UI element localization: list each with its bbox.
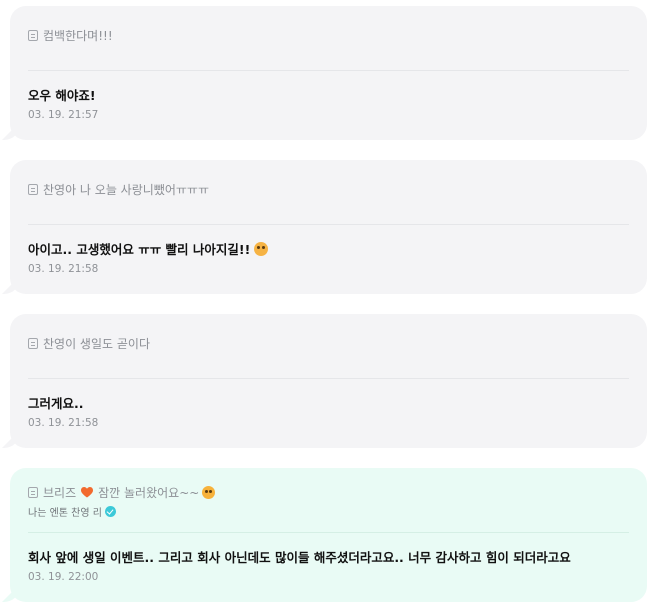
author-name: 나는 엔톤 찬영 리 — [28, 508, 102, 519]
quote-icon — [28, 486, 38, 498]
reply-text: 오우 해야죠! — [28, 85, 96, 104]
quoted-text: 컴백한다며!!! — [43, 28, 113, 43]
timestamp: 03. 19. 22:00 — [28, 571, 99, 583]
comment-card: 찬영이 생일도 곧이다 그러게요.. 03. 19. 21:58 — [2, 314, 647, 448]
divider — [28, 378, 629, 379]
timestamp: 03. 19. 21:58 — [28, 263, 99, 275]
reply-text: 아이고.. 고생했어요 ㅠㅠ 빨리 나아지길!! — [28, 239, 269, 258]
quoted-text-prefix: 브리즈 — [43, 485, 77, 500]
bubble-tail — [2, 276, 20, 294]
orange-heart-icon — [81, 486, 94, 498]
reply-text-content: 그러게요.. — [28, 396, 84, 411]
quoted-text: 찬영이 생일도 곧이다 — [43, 336, 150, 351]
divider — [28, 224, 629, 225]
comment-card: 찬영아 나 오늘 사랑니뺐어ㅠㅠㅠ 아이고.. 고생했어요 ㅠㅠ 빨리 나아지길… — [2, 160, 647, 294]
divider — [28, 70, 629, 71]
quote-icon — [28, 183, 38, 195]
timestamp: 03. 19. 21:57 — [28, 109, 99, 121]
bubble-tail — [2, 430, 20, 448]
verified-icon — [104, 506, 116, 517]
quoted-message[interactable]: 찬영아 나 오늘 사랑니뺐어ㅠㅠㅠ — [28, 179, 209, 199]
quote-icon — [28, 29, 38, 41]
reply-text: 그러게요.. — [28, 393, 84, 412]
reply-text-content: 아이고.. 고생했어요 ㅠㅠ 빨리 나아지길!! — [28, 242, 251, 257]
comment-card: 컴백한다며!!! 오우 해야죠! 03. 19. 21:57 — [2, 6, 647, 140]
quote-icon — [28, 337, 38, 349]
reply-text-content: 회사 앞에 생일 이벤트.. 그리고 회사 아닌데도 많이들 해주셨더라고요..… — [28, 550, 571, 565]
timestamp: 03. 19. 21:58 — [28, 417, 99, 429]
reply-text: 회사 앞에 생일 이벤트.. 그리고 회사 아닌데도 많이들 해주셨더라고요..… — [28, 547, 571, 566]
bubble-tail — [2, 122, 20, 140]
quoted-author: 나는 엔톤 찬영 리 — [28, 504, 116, 519]
quoted-message[interactable]: 브리즈 잠깐 놀러왔어요~~ — [28, 482, 216, 502]
quoted-text: 찬영아 나 오늘 사랑니뺐어ㅠㅠㅠ — [43, 182, 210, 197]
quoted-message[interactable]: 찬영이 생일도 곧이다 — [28, 333, 150, 353]
comment-card-highlighted: 브리즈 잠깐 놀러왔어요~~ 나는 엔톤 찬영 리 회사 앞에 생일 이벤트..… — [2, 468, 647, 602]
bubble-tail — [2, 584, 20, 602]
quoted-text: 브리즈 잠깐 놀러왔어요~~ — [43, 484, 216, 501]
quoted-message[interactable]: 컴백한다며!!! — [28, 25, 113, 45]
divider — [28, 532, 629, 533]
reply-text-content: 오우 해야죠! — [28, 88, 96, 103]
face-emoji-icon — [254, 241, 269, 256]
face-emoji-icon — [202, 485, 216, 499]
quoted-text-suffix: 잠깐 놀러왔어요~~ — [98, 485, 200, 500]
